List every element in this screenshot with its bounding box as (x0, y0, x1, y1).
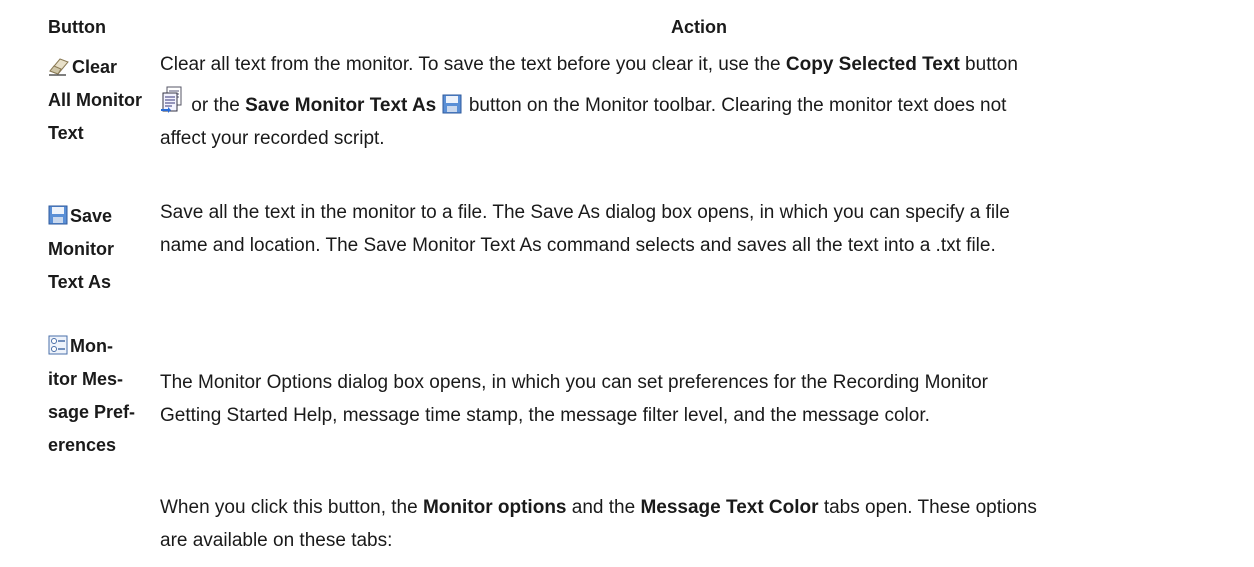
copy-selected-text-icon (160, 86, 184, 114)
action-text: The Monitor Options dialog box opens, in… (160, 372, 989, 393)
eraser-icon (48, 56, 70, 76)
action-text: or the (186, 95, 246, 116)
action-text: tabs open. These options (818, 497, 1037, 518)
action-cell-preferences: The Monitor Options dialog box opens, in… (160, 366, 1250, 432)
action-bold-copy-selected-text: Copy Selected Text (785, 54, 960, 75)
action-bold-save-monitor-text-as: Save Monitor Text As (245, 95, 437, 116)
save-icon (442, 94, 462, 114)
action-cell-save: Save all the text in the monitor to a fi… (160, 196, 1250, 262)
action-text: name and location. The Save Monitor Text… (160, 235, 996, 256)
button-label-line: sage Pref- (48, 402, 136, 422)
action-text: button on the Monitor toolbar. Clearing … (463, 95, 1007, 116)
button-label-line: erences (48, 435, 117, 455)
button-label-line: Save (70, 206, 113, 226)
save-icon (48, 205, 68, 225)
button-cell-save: Save Monitor Text As (48, 200, 148, 299)
action-bold-message-text-color: Message Text Color (640, 497, 819, 518)
action-text: Save all the text in the monitor to a fi… (160, 202, 1010, 223)
button-label-line: Clear (72, 57, 118, 77)
action-cell-clear: Clear all text from the monitor. To save… (160, 46, 1250, 155)
action-text: When you click this button, the (160, 497, 423, 518)
button-label-line: Text (48, 123, 84, 143)
button-label-line: Monitor (48, 239, 114, 259)
action-text: Clear all text from the monitor. To save… (160, 54, 786, 75)
action-text: affect your recorded script. (160, 128, 385, 149)
button-label-line: Mon- (70, 336, 113, 356)
action-text: Getting Started Help, message time stamp… (160, 405, 930, 426)
action-cell-preferences-note: When you click this button, the Monitor … (160, 491, 1250, 557)
button-label-line: All Monitor (48, 90, 142, 110)
button-cell-preferences: Mon- itor Mes- sage Pref- erences (48, 330, 148, 462)
preferences-icon (48, 335, 68, 355)
action-text: are available on these tabs: (160, 530, 393, 551)
action-bold-monitor-options: Monitor options (422, 497, 567, 518)
button-cell-clear: Clear All Monitor Text (48, 51, 148, 150)
action-text: button (959, 54, 1018, 75)
button-label-line: Text As (48, 272, 112, 292)
header-action: Action (671, 17, 727, 37)
button-label-line: itor Mes- (48, 369, 124, 389)
action-text: and the (566, 497, 641, 518)
header-button: Button (48, 17, 106, 37)
